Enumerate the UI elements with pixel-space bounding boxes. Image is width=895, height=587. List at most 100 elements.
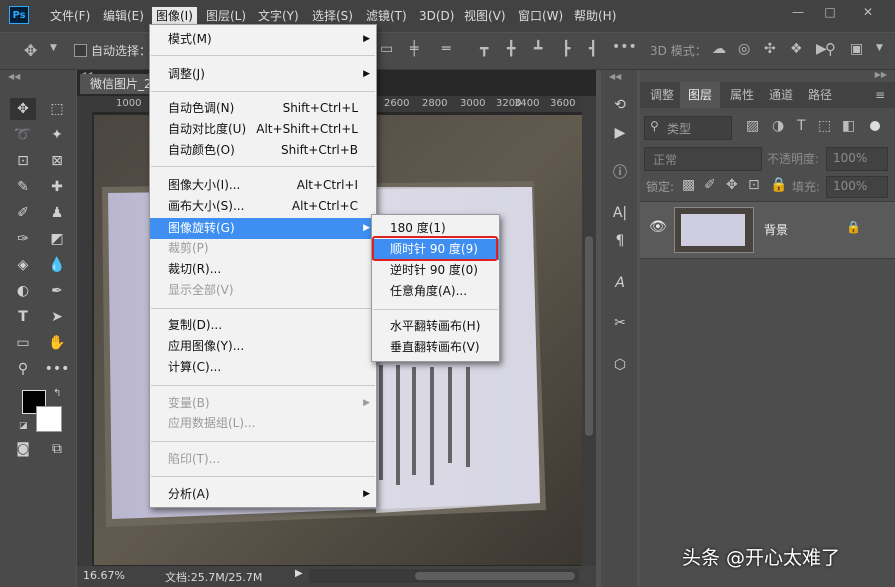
- crop-tool-icon[interactable]: ⊡: [10, 150, 36, 172]
- app-logo[interactable]: Ps: [9, 6, 29, 24]
- menu-view[interactable]: 视图(V): [460, 7, 510, 25]
- distribute-icon[interactable]: ┫: [589, 41, 597, 57]
- layer-filter-select[interactable]: ⚲ 类型: [644, 116, 732, 140]
- lock-all-icon[interactable]: 🔒: [770, 177, 787, 193]
- tab-adjustments[interactable]: 调整: [642, 82, 682, 108]
- menu-filter[interactable]: 滤镜(T): [362, 7, 411, 25]
- menu-item-variables[interactable]: 变量(B) ▶: [150, 393, 376, 414]
- distribute-icon[interactable]: ┻: [534, 41, 542, 57]
- menu-layer[interactable]: 图层(L): [202, 7, 250, 25]
- frame-tool-icon[interactable]: ⊠: [44, 150, 70, 172]
- lasso-tool-icon[interactable]: ➰: [10, 124, 36, 146]
- actions-panel-icon[interactable]: ▶: [607, 122, 633, 144]
- type-tool-icon[interactable]: T: [10, 306, 36, 328]
- layer-name[interactable]: 背景: [764, 221, 788, 238]
- tab-channels[interactable]: 通道: [761, 82, 801, 108]
- menu-item-trap[interactable]: 陷印(T)...: [150, 449, 376, 470]
- menu-help[interactable]: 帮助(H): [570, 7, 620, 25]
- info-panel-icon[interactable]: ⓘ: [607, 162, 633, 184]
- paragraph-panel-icon[interactable]: ¶: [607, 230, 633, 252]
- menu-item-apply-image[interactable]: 应用图像(Y)...: [150, 336, 376, 357]
- adjustment-filter-icon[interactable]: ◑: [772, 118, 784, 134]
- lock-position-icon[interactable]: ✥: [726, 177, 738, 193]
- lock-transparent-icon[interactable]: ▩: [682, 177, 695, 193]
- brush-tool-icon[interactable]: ✐: [10, 202, 36, 224]
- background-color-swatch[interactable]: [36, 406, 62, 432]
- eye-icon[interactable]: 👁: [649, 219, 667, 235]
- panel-menu-icon[interactable]: ≡: [875, 88, 885, 102]
- menu-item-mode[interactable]: 模式(M) ▶: [150, 29, 376, 50]
- align-icon[interactable]: ═: [442, 41, 450, 57]
- blend-mode-select[interactable]: 正常: [644, 147, 762, 171]
- menu-item-auto-color[interactable]: 自动颜色(O) Shift+Ctrl+B: [150, 140, 376, 161]
- tools-panel-icon[interactable]: ✂: [607, 312, 633, 334]
- close-icon[interactable]: ✕: [857, 4, 879, 20]
- default-colors-icon[interactable]: ◪: [19, 421, 28, 431]
- align-icon[interactable]: ▭: [380, 41, 393, 57]
- minimize-icon[interactable]: —: [787, 4, 809, 20]
- menu-3d[interactable]: 3D(D): [415, 7, 458, 25]
- opacity-input[interactable]: 100%: [826, 147, 888, 171]
- menu-item-image-size[interactable]: 图像大小(I)... Alt+Ctrl+I: [150, 175, 376, 196]
- horizontal-scrollbar[interactable]: [309, 569, 579, 583]
- menu-item-flip-vertical[interactable]: 垂直翻转画布(V): [372, 337, 499, 358]
- menu-item-trim[interactable]: 裁切(R)...: [150, 259, 376, 280]
- maximize-icon[interactable]: □: [819, 4, 841, 20]
- distribute-icon[interactable]: ┳: [480, 41, 488, 57]
- healing-brush-icon[interactable]: ✚: [44, 176, 70, 198]
- distribute-icon[interactable]: ┣: [562, 41, 570, 57]
- tab-layers[interactable]: 图层: [680, 82, 721, 108]
- menu-item-crop[interactable]: 裁剪(P): [150, 238, 376, 259]
- rectangle-tool-icon[interactable]: ▭: [10, 332, 36, 354]
- status-menu-icon[interactable]: ▶: [295, 568, 303, 579]
- lock-artboard-icon[interactable]: ⊡: [748, 177, 760, 193]
- 3d-orbit-icon[interactable]: ☁: [712, 41, 726, 57]
- 3d-slide-icon[interactable]: ❖: [790, 41, 803, 57]
- move-tool-icon[interactable]: ✥: [24, 41, 37, 60]
- collapse-icon[interactable]: ▶▶: [875, 70, 887, 79]
- screen-mode-icon[interactable]: ⧉: [44, 438, 70, 460]
- pixel-filter-icon[interactable]: ▨: [746, 118, 759, 134]
- menu-item-auto-tone[interactable]: 自动色调(N) Shift+Ctrl+L: [150, 98, 376, 119]
- menu-file[interactable]: 文件(F): [46, 7, 94, 25]
- history-panel-icon[interactable]: ⟲: [607, 94, 633, 116]
- swap-colors-icon[interactable]: ↰: [53, 388, 61, 399]
- menu-window[interactable]: 窗口(W): [514, 7, 567, 25]
- menu-item-image-rotation[interactable]: 图像旋转(G) ▶: [150, 218, 376, 239]
- hand-tool-icon[interactable]: ✋: [44, 332, 70, 354]
- collapse-icon[interactable]: ◀◀: [8, 72, 20, 81]
- more-tools-icon[interactable]: •••: [44, 358, 70, 380]
- menu-item-adjust[interactable]: 调整(J) ▶: [150, 64, 376, 85]
- menu-edit[interactable]: 编辑(E): [99, 7, 148, 25]
- menu-item-rotate-arbitrary[interactable]: 任意角度(A)...: [372, 281, 499, 302]
- eyedropper-tool-icon[interactable]: ✎: [10, 176, 36, 198]
- menu-select[interactable]: 选择(S): [308, 7, 357, 25]
- workspace-icon[interactable]: ▣: [850, 41, 863, 57]
- quick-mask-icon[interactable]: ◙: [10, 438, 36, 460]
- align-icon[interactable]: ╪: [410, 41, 418, 57]
- menu-item-analysis[interactable]: 分析(A) ▶: [150, 484, 376, 505]
- menu-item-duplicate[interactable]: 复制(D)...: [150, 315, 376, 336]
- path-select-icon[interactable]: ➤: [44, 306, 70, 328]
- more-options-icon[interactable]: •••: [612, 39, 637, 55]
- menu-item-reveal-all[interactable]: 显示全部(V): [150, 280, 376, 301]
- type-filter-icon[interactable]: T: [797, 118, 806, 134]
- menu-item-flip-horizontal[interactable]: 水平翻转画布(H): [372, 316, 499, 337]
- blur-tool-icon[interactable]: 💧: [44, 254, 70, 276]
- search-icon[interactable]: ⚲: [825, 40, 836, 58]
- fill-input[interactable]: 100%: [826, 176, 888, 198]
- 3d-roll-icon[interactable]: ◎: [738, 41, 750, 57]
- move-tool-icon[interactable]: ✥: [10, 98, 36, 120]
- lock-image-icon[interactable]: ✐: [704, 177, 716, 193]
- menu-item-calculations[interactable]: 计算(C)...: [150, 357, 376, 378]
- history-brush-icon[interactable]: ✑: [10, 228, 36, 250]
- chevron-down-icon[interactable]: ▼: [50, 43, 57, 53]
- menu-item-rotate-90-ccw[interactable]: 逆时针 90 度(0): [372, 260, 499, 281]
- menu-item-canvas-size[interactable]: 画布大小(S)... Alt+Ctrl+C: [150, 196, 376, 217]
- filter-toggle[interactable]: [870, 121, 880, 131]
- pen-tool-icon[interactable]: ✒: [44, 280, 70, 302]
- 3d-panel-icon[interactable]: ⬡: [607, 354, 633, 376]
- menu-image[interactable]: 图像(I): [152, 7, 197, 25]
- glyphs-panel-icon[interactable]: A: [607, 272, 633, 294]
- dodge-tool-icon[interactable]: ◐: [10, 280, 36, 302]
